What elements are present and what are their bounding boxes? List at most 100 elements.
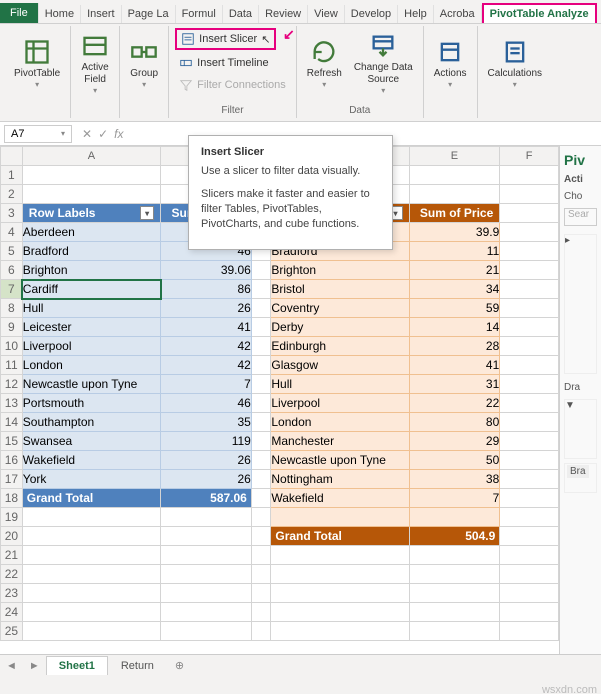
cell[interactable] <box>271 508 409 527</box>
cell[interactable] <box>161 584 252 603</box>
cell[interactable] <box>251 299 271 318</box>
cell[interactable] <box>409 565 500 584</box>
cell[interactable] <box>22 622 160 641</box>
cell[interactable]: 11 <box>409 242 500 261</box>
filter-icon[interactable]: ▾ <box>140 206 154 220</box>
cell[interactable] <box>22 565 160 584</box>
cell[interactable] <box>500 565 559 584</box>
cell[interactable]: Nottingham <box>271 470 409 489</box>
row-header[interactable]: 2 <box>1 185 23 204</box>
fields-list[interactable]: ▸ <box>564 234 597 374</box>
cell[interactable]: 41 <box>409 356 500 375</box>
cell[interactable] <box>500 318 559 337</box>
cell[interactable]: Edinburgh <box>271 337 409 356</box>
cell[interactable]: Hull <box>271 375 409 394</box>
cell[interactable] <box>22 185 160 204</box>
row-header[interactable]: 1 <box>1 166 23 185</box>
cell[interactable] <box>251 451 271 470</box>
cell[interactable] <box>22 508 160 527</box>
cell[interactable]: Coventry <box>271 299 409 318</box>
filters-area[interactable]: ▼ <box>564 399 597 459</box>
actions-button[interactable]: Actions ▾ <box>430 36 471 92</box>
cell[interactable]: 7 <box>409 489 500 508</box>
change-data-source-button[interactable]: Change Data Source ▾ <box>350 30 417 98</box>
cell[interactable] <box>251 527 271 546</box>
sheet-tab-sheet1[interactable]: Sheet1 <box>46 656 108 675</box>
cell[interactable] <box>500 261 559 280</box>
cell[interactable] <box>409 166 500 185</box>
sheet-nav-prev[interactable]: ◄ <box>0 660 23 672</box>
cell[interactable] <box>500 546 559 565</box>
row-header[interactable]: 8 <box>1 299 23 318</box>
cell[interactable] <box>251 280 271 299</box>
cell[interactable] <box>251 432 271 451</box>
row-header[interactable]: 16 <box>1 451 23 470</box>
cell[interactable] <box>500 470 559 489</box>
cell[interactable]: Glasgow <box>271 356 409 375</box>
cell[interactable]: London <box>22 356 160 375</box>
row-header[interactable]: 24 <box>1 603 23 622</box>
active-field-button[interactable]: Active Field ▾ <box>77 30 113 98</box>
cell[interactable]: 119 <box>161 432 252 451</box>
cell[interactable]: Wakefield <box>22 451 160 470</box>
cell[interactable] <box>22 603 160 622</box>
cell[interactable]: 21 <box>409 261 500 280</box>
cell[interactable] <box>500 527 559 546</box>
cell[interactable]: Grand Total <box>22 489 160 508</box>
row-header[interactable]: 13 <box>1 394 23 413</box>
cell[interactable]: 39.9 <box>409 223 500 242</box>
cell[interactable] <box>500 356 559 375</box>
cell[interactable] <box>500 489 559 508</box>
pivottable-button[interactable]: PivotTable ▾ <box>10 36 64 92</box>
cell[interactable]: Newcastle upon Tyne <box>271 451 409 470</box>
row-header[interactable]: 20 <box>1 527 23 546</box>
tab-home[interactable]: Home <box>39 5 81 23</box>
row-header[interactable]: 25 <box>1 622 23 641</box>
cell[interactable] <box>251 489 271 508</box>
cell[interactable] <box>251 375 271 394</box>
cell[interactable]: Aberdeen <box>22 223 160 242</box>
cell[interactable]: 50 <box>409 451 500 470</box>
cell[interactable] <box>161 565 252 584</box>
col-A[interactable]: A <box>22 147 160 166</box>
row-header[interactable]: 17 <box>1 470 23 489</box>
cell[interactable]: Derby <box>271 318 409 337</box>
cell[interactable] <box>500 413 559 432</box>
cell[interactable]: 39.06 <box>161 261 252 280</box>
tab-view[interactable]: View <box>308 5 345 23</box>
cell[interactable]: Hull <box>22 299 160 318</box>
cell[interactable] <box>409 584 500 603</box>
cell[interactable] <box>251 261 271 280</box>
cell[interactable] <box>251 356 271 375</box>
insert-timeline-button[interactable]: Insert Timeline <box>175 54 273 72</box>
cell[interactable] <box>409 546 500 565</box>
cell[interactable]: 28 <box>409 337 500 356</box>
cell[interactable]: 31 <box>409 375 500 394</box>
cell[interactable] <box>22 546 160 565</box>
cell[interactable]: Swansea <box>22 432 160 451</box>
cell[interactable]: 29 <box>409 432 500 451</box>
cell[interactable]: 26 <box>161 470 252 489</box>
cell[interactable] <box>22 527 160 546</box>
cell[interactable]: Row Labels▾ <box>22 204 160 223</box>
cell[interactable]: Bristol <box>271 280 409 299</box>
row-header[interactable]: 5 <box>1 242 23 261</box>
cell[interactable] <box>251 318 271 337</box>
cell[interactable]: 38 <box>409 470 500 489</box>
cell[interactable] <box>409 185 500 204</box>
cell[interactable]: Bradford <box>22 242 160 261</box>
cell[interactable] <box>500 204 559 223</box>
cell[interactable] <box>500 508 559 527</box>
cell[interactable] <box>500 337 559 356</box>
cell[interactable]: Grand Total <box>271 527 409 546</box>
cell[interactable]: Cardiff <box>22 280 160 299</box>
row-header[interactable]: 6 <box>1 261 23 280</box>
cell[interactable]: Newcastle upon Tyne <box>22 375 160 394</box>
cell[interactable]: Manchester <box>271 432 409 451</box>
cell[interactable] <box>500 451 559 470</box>
cell[interactable] <box>500 394 559 413</box>
search-input[interactable]: Sear <box>564 208 597 226</box>
cell[interactable] <box>251 546 271 565</box>
cell[interactable]: 42 <box>161 337 252 356</box>
cell[interactable] <box>251 413 271 432</box>
